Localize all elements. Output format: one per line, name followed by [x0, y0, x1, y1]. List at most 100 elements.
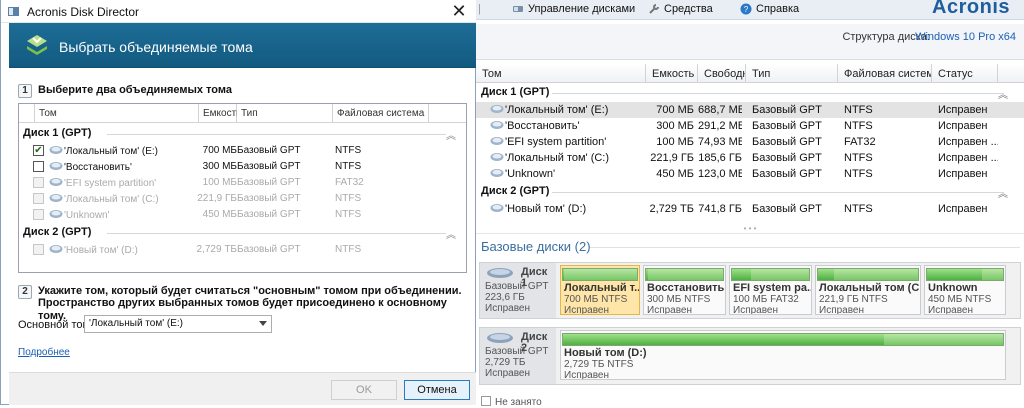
section-divider [590, 247, 1020, 248]
cell-capacity: 700 МБ [202, 145, 237, 156]
partition-block[interactable]: Unknown 450 МБ NTFS Исправен [924, 265, 1006, 315]
cell-capacity: 300 МБ [656, 120, 694, 132]
collapse-chevron-icon[interactable]: ︽ [998, 86, 1008, 101]
list-item: 'EFI system partition' 100 МБ Базовый GPT F… [19, 175, 466, 191]
table-row[interactable]: 'Восстановить' 300 МБ 291,2 МБ Базовый GPT N… [476, 118, 1024, 134]
dropdown-arrow-icon [259, 321, 267, 326]
ok-button[interactable]: OK [331, 380, 397, 400]
partition-block[interactable]: EFI system pa... 100 МБ FAT32 Исправен [729, 265, 812, 315]
cell-name: 'EFI system partition' [490, 136, 646, 148]
partition-name: EFI system pa... [733, 282, 812, 294]
col-header-status[interactable]: Статус [932, 64, 998, 83]
cell-name: 'Локальный том' (E:) [490, 104, 646, 116]
primary-volume-value: 'Локальный том' (E:) [89, 318, 184, 329]
cancel-button[interactable]: Отмена [404, 380, 470, 400]
cell-fs: NTFS [335, 244, 362, 255]
menu-tools[interactable]: Средства [648, 0, 713, 18]
cell-status: Исправен ... [938, 152, 998, 164]
cell-fs: NTFS [844, 168, 873, 180]
volume-icon [49, 194, 63, 202]
cell-fs: FAT32 [335, 177, 364, 188]
menu-separator: | [478, 3, 481, 15]
col-header-empty [429, 104, 466, 123]
partition-block[interactable]: Новый том (D:) 2,729 ТБ NTFS Исправен [560, 330, 1006, 380]
col-header-type[interactable]: Тип [237, 104, 333, 123]
partition-status: Исправен [928, 305, 974, 315]
help-icon: ? [740, 3, 752, 15]
volume-checkbox[interactable] [33, 161, 44, 172]
usage-fill [563, 269, 565, 280]
merge-volumes-dialog: Acronis Disk Director ✕ Выбрать объединя… [0, 0, 476, 405]
disk1-name: Диск 1 [521, 266, 548, 289]
cell-fs: NTFS [335, 145, 362, 156]
volume-icon [49, 162, 63, 170]
close-icon: ✕ [451, 1, 467, 21]
volume-checkbox[interactable]: ✔ [33, 145, 44, 156]
cell-type: Базовый GPT [752, 120, 822, 132]
volume-icon [490, 153, 504, 161]
list-item[interactable]: 'Восстановить' 300 МБ Базовый GPT NTFS [19, 159, 466, 175]
cell-fs: NTFS [335, 209, 362, 220]
partition-block[interactable]: Локальный т... 700 МБ NTFS Исправен [560, 265, 640, 315]
col-header-fs[interactable]: Файловая система [838, 64, 932, 83]
basic-disks-title: Базовые диски (2) [481, 239, 591, 254]
disk2-type: Базовый GPT [485, 346, 549, 357]
col-header-capacity[interactable]: Емкость [646, 64, 698, 83]
col-header-empty [998, 64, 1024, 83]
list-item[interactable]: ✔ 'Локальный том' (E:) 700 МБ Базовый GPT NT… [19, 143, 466, 159]
col-header-volume[interactable]: Том [476, 64, 646, 83]
volume-icon [490, 204, 504, 212]
primary-volume-select[interactable]: 'Локальный том' (E:) [84, 315, 272, 333]
col-header-capacity[interactable]: Емкость [199, 104, 241, 123]
col-header-volume[interactable]: Том [35, 104, 199, 123]
table-row[interactable]: 'Unknown' 450 МБ 123,0 МБ Базовый GPT NTFS Ис… [476, 166, 1024, 182]
cell-type: Базовый GPT [752, 168, 822, 180]
collapse-chevron-icon[interactable]: ︽ [998, 185, 1008, 200]
collapse-chevron-icon[interactable]: ︽ [446, 127, 456, 142]
cell-fs: NTFS [844, 152, 873, 164]
acronis-logo: Acronis [932, 0, 1010, 18]
cell-capacity: 450 МБ [202, 209, 237, 220]
volume-checkbox [33, 177, 44, 188]
menu-disk-management[interactable]: Управление дисками [512, 0, 635, 18]
partition-status: Исправен [819, 305, 865, 315]
pane-splitter[interactable]: • • • [476, 225, 1024, 234]
group-divider [552, 192, 1004, 193]
table-row[interactable]: 'Новый том' (D:) 2,729 ТБ 741,8 ГБ Базовый … [476, 201, 1024, 217]
cell-capacity: 2,729 ТБ [649, 203, 694, 215]
disk-structure-link[interactable]: Windows 10 Pro x64 [915, 31, 1016, 43]
disk-structure-bar: Структура диска: Windows 10 Pro x64 [476, 24, 1024, 60]
banner-title: Выбрать объединяемые тома [59, 39, 253, 55]
volume-checkbox [33, 244, 44, 255]
partition-block[interactable]: Восстановить 300 МБ NTFS Исправен [643, 265, 726, 315]
col-header-free[interactable]: Свободно [698, 64, 746, 83]
disk2-header[interactable]: Диск 2 Базовый GPT 2,729 ТБ Исправен [480, 328, 556, 384]
col-header-fs[interactable]: Файловая система [333, 104, 429, 123]
collapse-chevron-icon[interactable]: ︽ [446, 226, 456, 241]
cell-type: Базовый GPT [752, 203, 822, 215]
more-info-link[interactable]: Подробнее [18, 347, 70, 358]
cell-free: 291,2 МБ [698, 120, 742, 132]
partition-block[interactable]: Локальный том (C:) 221,9 ГБ NTFS Исправен [815, 265, 921, 315]
dialog-banner: Выбрать объединяемые тома [9, 23, 476, 68]
disk1-type: Базовый GPT [485, 281, 549, 292]
cell-type: Базовый GPT [237, 177, 301, 188]
cell-type: Базовый GPT [237, 161, 301, 172]
table-row[interactable]: 'Локальный том' (E:) 700 МБ 688,7 МБ Базовы… [476, 102, 1024, 118]
disk1-header[interactable]: Диск 1 Базовый GPT 223,6 ГБ Исправен [480, 263, 556, 318]
cell-free: 123,0 МБ [698, 168, 742, 180]
cell-type: Базовый GPT [237, 145, 301, 156]
group-disk1-label: Диск 1 (GPT) [481, 86, 550, 98]
list-item: 'Локальный том' (C:) 221,9 ГБ Базовый GPT N… [19, 191, 466, 207]
step1-text: Выберите два объединяемых тома [38, 84, 232, 96]
usage-bar [731, 268, 810, 281]
cell-capacity: 100 МБ [656, 136, 694, 148]
menu-help[interactable]: ? Справка [740, 0, 799, 18]
disk-icon [487, 268, 513, 278]
table-row[interactable]: 'EFI system partition' 100 МБ 74,93 МБ Базо… [476, 134, 1024, 150]
close-button[interactable]: ✕ [446, 0, 472, 22]
usage-fill [646, 269, 649, 280]
usage-fill [732, 269, 752, 280]
col-header-type[interactable]: Тип [746, 64, 838, 83]
table-row[interactable]: 'Локальный том' (C:) 221,9 ГБ 185,6 ГБ Базо… [476, 150, 1024, 166]
